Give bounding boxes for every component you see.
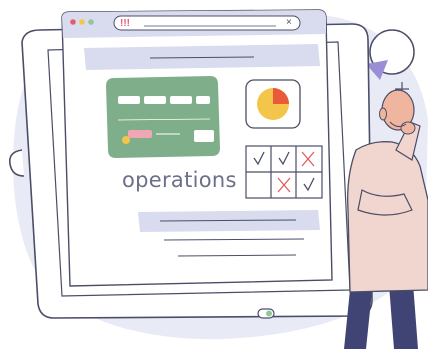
window-dot-yellow[interactable] [79, 19, 85, 25]
credit-card-icon [106, 76, 220, 158]
window-dot-green[interactable] [88, 19, 94, 25]
checklist-grid [245, 145, 323, 199]
browser-window [61, 9, 333, 287]
operations-label: operations [122, 168, 237, 192]
toggle-icon[interactable] [257, 308, 275, 319]
address-warning: !!! [120, 18, 130, 29]
address-bar[interactable] [113, 15, 301, 31]
close-icon[interactable]: × [286, 18, 292, 28]
illustration-stage: !!! × operations [0, 0, 428, 349]
window-dot-red[interactable] [70, 19, 76, 25]
pie-chart-box [245, 79, 301, 129]
